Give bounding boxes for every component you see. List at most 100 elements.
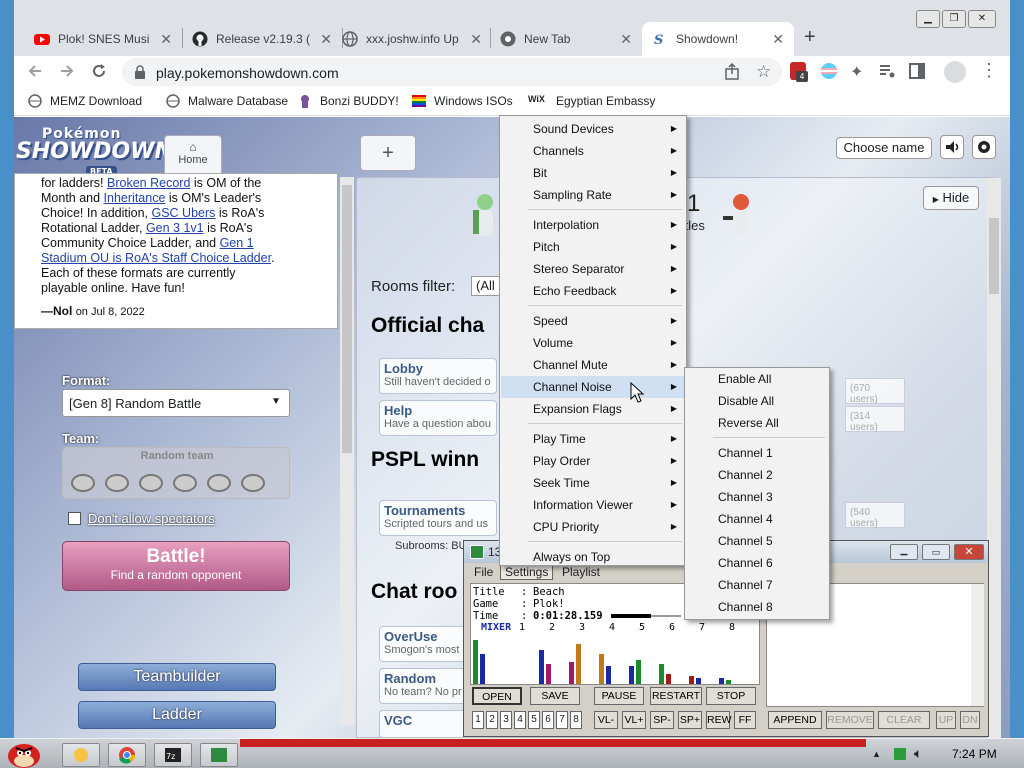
settings-gear-button[interactable]	[972, 135, 996, 159]
submenu-item-channel-2[interactable]: Channel 2	[686, 464, 828, 486]
submenu-item-channel-5[interactable]: Channel 5	[686, 530, 828, 552]
taskbar-spc-player[interactable]	[200, 743, 238, 767]
room-lobby[interactable]: Lobby Still haven't decided o	[379, 358, 497, 394]
channel-toggle-7[interactable]: 7	[556, 711, 568, 729]
menu-item-speed[interactable]: Speed ▶	[501, 310, 685, 332]
menu-item-echo-feedback[interactable]: Echo Feedback ▶	[501, 280, 685, 302]
url-text[interactable]: play.pokemonshowdown.com	[156, 65, 339, 81]
submenu-item-channel-8[interactable]: Channel 8	[686, 596, 828, 618]
close-tab-icon[interactable]: ✕	[772, 31, 784, 48]
player-menu-file[interactable]: File	[474, 565, 493, 579]
seek-bar[interactable]	[611, 614, 651, 618]
seek-bar-track[interactable]	[651, 615, 681, 617]
channel-toggle-3[interactable]: 3	[500, 711, 512, 729]
news-link[interactable]: Inheritance	[104, 191, 166, 205]
submenu-item-reverse-all[interactable]: Reverse All	[686, 412, 828, 434]
menu-item-sound-devices[interactable]: Sound Devices ▶	[501, 118, 685, 140]
channel-toggle-8[interactable]: 8	[570, 711, 582, 729]
playlist-scrollbar[interactable]	[971, 584, 984, 706]
move-up-button[interactable]: UP	[936, 711, 956, 729]
menu-item-interpolation[interactable]: Interpolation ▶	[501, 214, 685, 236]
submenu-item-channel-3[interactable]: Channel 3	[686, 486, 828, 508]
volume-up-button[interactable]: VL+	[622, 711, 646, 729]
menu-item-channel-noise[interactable]: Channel Noise ▶	[501, 376, 685, 398]
side-panel-icon[interactable]	[908, 62, 926, 80]
news-link[interactable]: Gen 3 1v1	[146, 221, 204, 235]
player-close-button[interactable]: ✕	[954, 544, 984, 560]
news-link[interactable]: Gen 1	[220, 236, 254, 250]
append-button[interactable]: APPEND	[768, 711, 822, 729]
fast-forward-button[interactable]: FF	[734, 711, 756, 729]
media-control-icon[interactable]	[878, 62, 896, 80]
minimize-button[interactable]: ▁	[916, 10, 940, 28]
lock-icon[interactable]	[134, 65, 146, 79]
sound-button[interactable]	[940, 135, 964, 159]
hide-button[interactable]: ▶ Hide	[923, 186, 979, 210]
close-window-button[interactable]: ✕	[968, 10, 996, 28]
volume-down-button[interactable]: VL-	[594, 711, 618, 729]
menu-item-information-viewer[interactable]: Information Viewer ▶	[501, 494, 685, 516]
taskbar-7zip[interactable]: 7z	[154, 743, 192, 767]
tab-joshw[interactable]: xxx.joshw.info Up ✕	[332, 22, 492, 56]
room-help[interactable]: Help Have a question abou	[379, 400, 497, 436]
menu-item-always-on-top[interactable]: Always on Top	[501, 546, 685, 568]
scroll-thumb[interactable]	[989, 218, 999, 294]
submenu-item-enable-all[interactable]: Enable All	[686, 368, 828, 390]
tray-volume-icon[interactable]: 🔈︎	[914, 745, 922, 762]
speed-down-button[interactable]: SP-	[650, 711, 674, 729]
bookmark-bonzi[interactable]: Bonzi BUDDY!	[298, 94, 399, 108]
choose-name-button[interactable]: Choose name	[836, 137, 932, 159]
tab-showdown[interactable]: S Showdown! ✕	[642, 22, 794, 56]
submenu-item-channel-1[interactable]: Channel 1	[686, 442, 828, 464]
spectators-label[interactable]: Don't allow spectators	[88, 511, 215, 526]
menu-item-volume[interactable]: Volume ▶	[501, 332, 685, 354]
submenu-item-channel-6[interactable]: Channel 6	[686, 552, 828, 574]
address-bar[interactable]: play.pokemonshowdown.com ☆	[122, 58, 782, 86]
tray-expand-icon[interactable]: ▲	[872, 749, 881, 759]
player-maximize-button[interactable]: ▭	[922, 544, 950, 560]
taskbar-clock[interactable]: 7:24 PM	[952, 747, 997, 761]
tab-plok[interactable]: Plok! SNES Musi ✕	[24, 22, 182, 56]
main-scrollbar[interactable]	[987, 178, 1001, 738]
menu-kebab-icon[interactable]: ⋮	[980, 60, 998, 81]
share-icon[interactable]	[724, 63, 742, 81]
bookmark-star-icon[interactable]: ☆	[756, 62, 771, 82]
news-link[interactable]: GSC Ubers	[152, 206, 216, 220]
save-button[interactable]: SAVE	[530, 687, 580, 705]
puzzle-extensions-icon[interactable]: ✦	[850, 62, 863, 82]
stop-button[interactable]: STOP	[706, 687, 756, 705]
bookmark-egyptian-embassy[interactable]: WiX Egyptian Embassy	[528, 94, 655, 108]
menu-item-sampling-rate[interactable]: Sampling Rate ▶	[501, 184, 685, 206]
showdown-logo[interactable]: Pokémon SHOWDOWN! BETA	[16, 127, 183, 177]
left-scrollbar[interactable]	[340, 177, 354, 725]
close-tab-icon[interactable]: ✕	[320, 31, 332, 48]
channel-toggle-1[interactable]: 1	[472, 711, 484, 729]
teambuilder-button[interactable]: Teambuilder	[78, 663, 276, 691]
format-select[interactable]: [Gen 8] Random Battle ▼	[62, 389, 290, 417]
bookmark-memz[interactable]: MEMZ Download	[28, 94, 142, 108]
remove-button[interactable]: REMOVE	[826, 711, 874, 729]
menu-item-bit[interactable]: Bit ▶	[501, 162, 685, 184]
tab-release[interactable]: Release v2.19.3 ( ✕	[182, 22, 342, 56]
submenu-item-channel-4[interactable]: Channel 4	[686, 508, 828, 530]
move-down-button[interactable]: DN	[960, 711, 980, 729]
close-tab-icon[interactable]: ✕	[620, 31, 632, 48]
speed-up-button[interactable]: SP+	[678, 711, 702, 729]
news-link[interactable]: Broken Record	[107, 176, 190, 190]
trans-flag-extension-icon[interactable]	[820, 62, 838, 80]
team-select[interactable]: Random team	[62, 447, 290, 499]
rewind-button[interactable]: REW	[706, 711, 732, 729]
open-button[interactable]: OPEN	[472, 687, 522, 705]
forward-icon[interactable]	[58, 62, 76, 80]
menu-item-stereo-separator[interactable]: Stereo Separator ▶	[501, 258, 685, 280]
menu-item-play-order[interactable]: Play Order ▶	[501, 450, 685, 472]
menu-item-play-time[interactable]: Play Time ▶	[501, 428, 685, 450]
pause-button[interactable]: PAUSE	[594, 687, 644, 705]
start-button[interactable]	[2, 739, 48, 768]
maximize-button[interactable]: ❐	[942, 10, 966, 28]
menu-item-seek-time[interactable]: Seek Time ▶	[501, 472, 685, 494]
menu-item-pitch[interactable]: Pitch ▶	[501, 236, 685, 258]
taskbar-chrome[interactable]	[108, 743, 146, 767]
bookmark-malware-db[interactable]: Malware Database	[166, 94, 288, 108]
tab-new-tab[interactable]: New Tab ✕	[490, 22, 642, 56]
